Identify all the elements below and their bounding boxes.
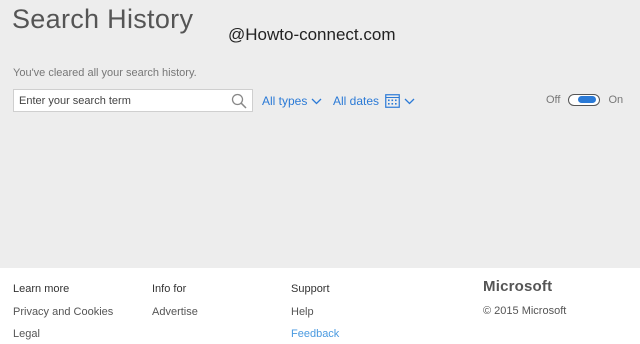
footer-heading: Learn more [13,283,70,295]
footer-heading: Info for [152,283,187,295]
toggle-knob [578,96,597,103]
calendar-icon[interactable] [385,94,400,108]
types-filter-label: All types [262,94,308,108]
privacy-cookies-link[interactable]: Privacy and Cookies [13,306,113,329]
microsoft-logo-text: Microsoft [483,278,553,295]
help-link[interactable]: Help [291,306,339,329]
main-panel: Search History @Howto-connect.com You've… [0,0,640,268]
advertise-link[interactable]: Advertise [152,306,198,329]
footer-column-learn-more: Learn more Privacy and Cookies Legal [13,283,113,344]
page-title: Search History [12,4,194,34]
watermark-text: @Howto-connect.com [228,25,396,44]
footer-column-support: Support Help Feedback [291,283,339,344]
chevron-down-icon [404,98,415,104]
dates-filter-dropdown[interactable]: All dates [333,94,415,108]
status-message: You've cleared all your search history. [13,67,197,79]
search-input[interactable] [14,90,224,111]
toggle-on-label: On [608,94,624,106]
types-filter-dropdown[interactable]: All types [262,94,322,108]
footer: Learn more Privacy and Cookies Legal Inf… [0,268,640,344]
feedback-link[interactable]: Feedback [291,328,339,344]
legal-link[interactable]: Legal [13,328,113,344]
dates-filter-label: All dates [333,94,380,108]
chevron-down-icon [311,98,322,104]
history-toggle-switch[interactable] [568,94,601,106]
search-icon[interactable] [230,92,248,110]
footer-heading: Support [291,283,330,295]
copyright-text: © 2015 Microsoft [483,305,567,317]
toggle-off-label: Off [546,94,561,106]
footer-column-info-for: Info for Advertise [152,283,198,328]
search-box[interactable] [13,89,253,112]
history-toggle-group: Off On [546,94,623,106]
